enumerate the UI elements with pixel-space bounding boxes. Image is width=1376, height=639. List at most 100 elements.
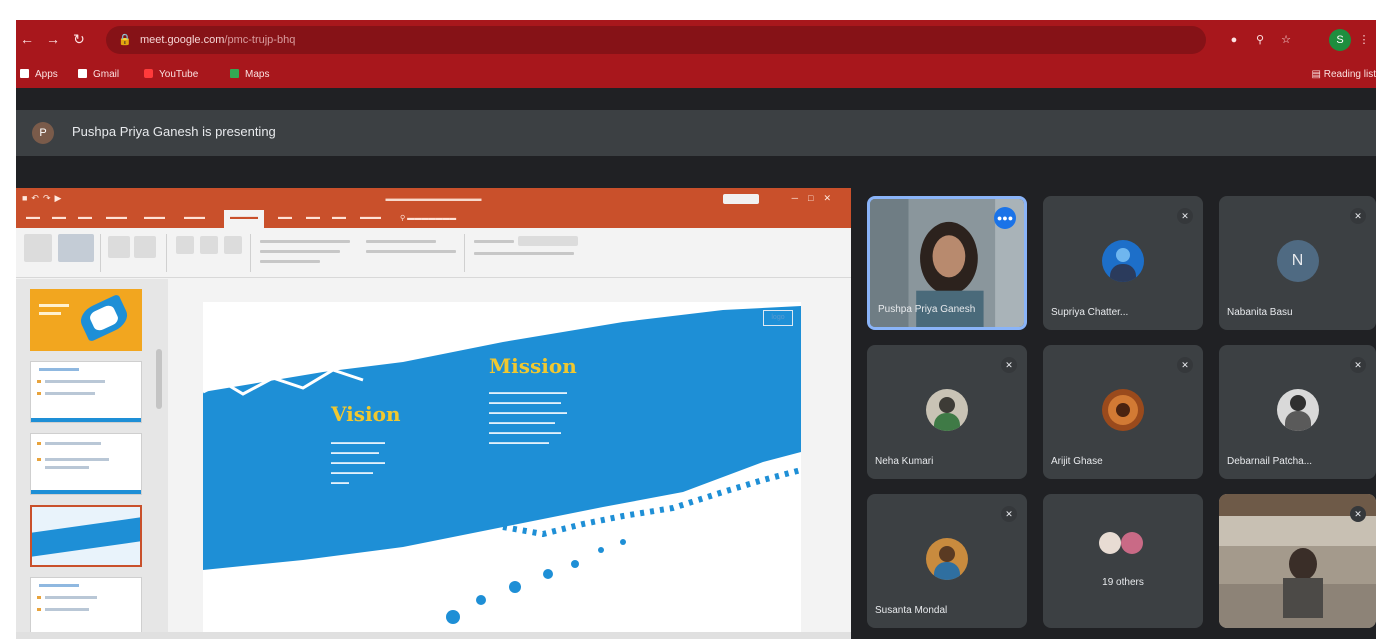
- participant-tile-others[interactable]: 19 others: [1043, 494, 1203, 628]
- forward-arrow-icon[interactable]: →: [42, 28, 64, 50]
- slide-thumbnail-4-selected[interactable]: [30, 505, 142, 567]
- slide-thumbnail-3[interactable]: [30, 433, 142, 495]
- ribbon-control: [366, 250, 456, 253]
- participant-avatar: [926, 389, 968, 431]
- ribbon-dropdown[interactable]: [518, 236, 578, 246]
- mic-off-icon: ✕: [1177, 208, 1193, 224]
- avatar-detail: [1284, 411, 1311, 431]
- url-host: meet.google.com: [140, 34, 225, 46]
- youtube-icon: [144, 69, 153, 78]
- presenter-banner: P Pushpa Priya Ganesh is presenting: [16, 110, 1376, 156]
- avatar-detail: [1110, 264, 1136, 282]
- ribbon-control: [366, 240, 436, 243]
- slide-thumbnail-2[interactable]: [30, 361, 142, 423]
- ribbon-button[interactable]: [200, 236, 218, 254]
- presenter-status-text: Pushpa Priya Ganesh is presenting: [72, 124, 276, 139]
- ribbon-tab[interactable]: ▬▬: [26, 214, 40, 221]
- participant-avatar: [1121, 532, 1143, 554]
- participant-name: Supriya Chatter...: [1051, 307, 1129, 318]
- others-count: 19 others: [1102, 577, 1144, 588]
- ribbon-tabs: ▬▬ ▬▬ ▬▬ ▬▬▬ ▬▬▬ ▬▬▬ ▬▬▬▬ ▬▬ ▬▬ ▬▬ ▬▬▬ ⚲…: [16, 210, 851, 228]
- thumbnail-bullet: [37, 380, 41, 383]
- participant-tile-6[interactable]: ✕ Debarnail Patcha...: [1219, 345, 1376, 479]
- speaking-indicator-icon: ●●●: [994, 207, 1016, 229]
- ribbon-tab[interactable]: ▬▬: [306, 214, 320, 221]
- slide-thumbnail-pane: [16, 279, 168, 639]
- thumbnail-text: [45, 458, 109, 461]
- ribbon-control: [474, 252, 574, 255]
- thumbnail-strip: [31, 490, 141, 494]
- bookmark-gmail[interactable]: Gmail: [78, 67, 119, 83]
- thumbnail-text: [45, 380, 105, 383]
- thumbnail-scrollbar[interactable]: [156, 349, 162, 409]
- thumbnail-bullet: [37, 608, 41, 611]
- reading-list-button[interactable]: ▤ Reading list: [1312, 67, 1376, 83]
- participant-avatar: [1102, 389, 1144, 431]
- ribbon-tab[interactable]: ▬▬: [332, 214, 346, 221]
- vision-heading: Vision: [331, 402, 401, 426]
- bookmark-star-icon[interactable]: ☆: [1278, 32, 1294, 48]
- ribbon-button[interactable]: [176, 236, 194, 254]
- participant-letter-avatar: N: [1276, 240, 1319, 282]
- address-bar[interactable]: 🔒 meet.google.com/pmc-trujp-bhq: [106, 26, 1206, 54]
- participant-tile-7[interactable]: ✕ Susanta Mondal: [867, 494, 1027, 628]
- ribbon-separator: [250, 234, 251, 272]
- thumbnail-bullet: [37, 442, 41, 445]
- lock-icon: 🔒: [118, 34, 132, 46]
- bookmark-maps[interactable]: Maps: [230, 67, 269, 83]
- participant-tile-4[interactable]: ✕ Neha Kumari: [867, 345, 1027, 479]
- participant-tile-5[interactable]: ✕ Arijit Ghase: [1043, 345, 1203, 479]
- maps-icon: [230, 69, 239, 78]
- ribbon-tab-active[interactable]: ▬▬▬▬: [224, 210, 264, 228]
- ribbon-tab[interactable]: ▬▬: [52, 214, 66, 221]
- ribbon-tab[interactable]: ▬▬: [78, 214, 92, 221]
- ribbon-paste-button[interactable]: [24, 234, 52, 262]
- ribbon-layout-button[interactable]: [58, 234, 94, 262]
- apps-grid-icon: [20, 69, 29, 78]
- slide-thumbnail-1[interactable]: [30, 289, 142, 351]
- mic-off-icon: ✕: [1177, 357, 1193, 373]
- participant-tile-2[interactable]: ✕ Supriya Chatter...: [1043, 196, 1203, 330]
- mic-off-icon: ✕: [1001, 506, 1017, 522]
- shared-screen: ■↶↷▶ ▬▬▬▬▬▬▬▬▬▬▬▬ ─□✕ ▬▬ ▬▬ ▬▬ ▬▬▬ ▬▬▬ ▬…: [16, 188, 851, 639]
- back-arrow-icon[interactable]: ←: [16, 28, 38, 50]
- ribbon-commands: [16, 228, 851, 278]
- ribbon-search[interactable]: ⚲ ▬▬▬▬▬▬▬: [400, 214, 456, 222]
- brush-stroke-graphic: [203, 306, 801, 624]
- reload-icon[interactable]: ↻: [68, 28, 90, 50]
- ribbon-tab[interactable]: ▬▬▬: [144, 214, 165, 221]
- slide-thumbnail-5[interactable]: [30, 577, 142, 639]
- ribbon-button[interactable]: [224, 236, 242, 254]
- avatar-detail: [934, 413, 960, 431]
- participant-avatar: [1276, 389, 1319, 431]
- ribbon-tab[interactable]: ▬▬▬: [360, 214, 381, 221]
- browser-toolbar: ← → ↻ 🔒 meet.google.com/pmc-trujp-bhq ● …: [16, 20, 1376, 62]
- profile-avatar[interactable]: S: [1329, 29, 1351, 51]
- ribbon-tab[interactable]: ▬▬▬: [184, 214, 205, 221]
- ribbon-tab[interactable]: ▬▬: [278, 214, 292, 221]
- ribbon-tab[interactable]: ▬▬▬: [106, 214, 127, 221]
- zoom-icon[interactable]: ⚲: [1252, 32, 1268, 48]
- ribbon-button[interactable]: [108, 236, 130, 258]
- thumbnail-text: [39, 312, 61, 315]
- participant-avatar: [926, 538, 968, 580]
- window-controls-icon: ─□✕: [791, 193, 841, 203]
- camera-icon[interactable]: ●: [1226, 32, 1242, 48]
- participant-tile-3[interactable]: ✕ N Nabanita Basu: [1219, 196, 1376, 330]
- slide-canvas: logo Vision Mission ▬▬▬▬▬▬▬▬▬ ▬▬▬▬▬▬▬▬ ▬▬▬…: [203, 302, 801, 639]
- participant-tile-9[interactable]: ✕: [1219, 494, 1376, 628]
- participant-name: Neha Kumari: [875, 456, 934, 467]
- reading-list-icon: ▤: [1311, 69, 1324, 80]
- participant-tile-1[interactable]: ●●● Pushpa Priya Ganesh: [867, 196, 1027, 330]
- thumbnail-bullet: [37, 596, 41, 599]
- ribbon-control: [260, 260, 320, 263]
- mic-off-icon: ✕: [1001, 357, 1017, 373]
- ribbon-separator: [100, 234, 101, 272]
- mission-heading: Mission: [489, 354, 577, 378]
- menu-icon[interactable]: ⋮: [1356, 32, 1372, 48]
- url-path: /pmc-trujp-bhq: [224, 34, 296, 46]
- bookmark-youtube[interactable]: YouTube: [144, 67, 198, 83]
- bookmark-apps[interactable]: Apps: [20, 67, 58, 83]
- gmail-icon: [78, 69, 87, 78]
- ribbon-button[interactable]: [134, 236, 156, 258]
